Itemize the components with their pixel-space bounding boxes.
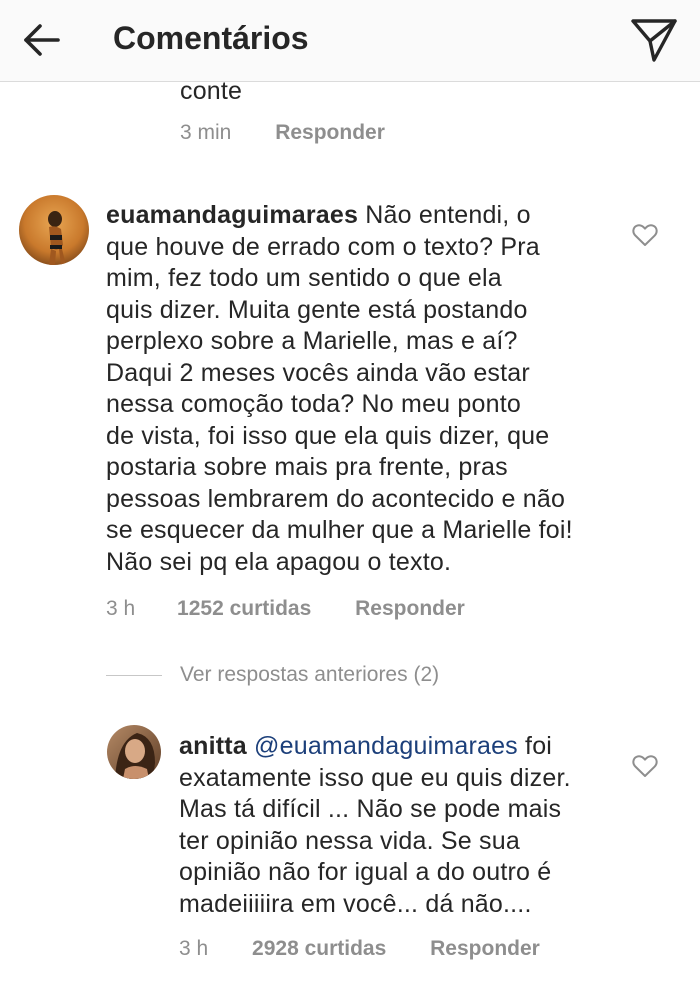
- view-previous-label[interactable]: Ver respostas anteriores (2): [180, 661, 439, 689]
- comment-line: Daqui 2 meses vocês ainda vão estar: [106, 358, 530, 387]
- comment-line: se esquecer da mulher que a Marielle foi…: [106, 516, 573, 544]
- comment-time: 3 h: [106, 597, 136, 620]
- comment-username[interactable]: euamandaguimaraes: [106, 201, 358, 229]
- comment-time: 3 min: [180, 121, 232, 144]
- likes-count[interactable]: 2928 curtidas: [252, 935, 386, 963]
- comment-meta: 3 h 1252 curtidas Responder: [106, 595, 465, 623]
- comment-line: mim, fez todo um sentido o que ela: [106, 264, 502, 292]
- heart-outline-icon: [632, 224, 658, 246]
- reply-line: foi: [525, 732, 553, 760]
- comment-line: de vista, foi isso que ela quis dizer, q…: [106, 421, 550, 450]
- reply-button[interactable]: Responder: [275, 119, 385, 147]
- comment-line: Não sei pq ela apagou o texto.: [106, 547, 452, 576]
- comment-line: que houve de errado com o texto? Pra: [106, 232, 540, 261]
- reply-time: 3 h: [179, 937, 209, 960]
- comment-meta: 3 min Responder: [180, 119, 385, 147]
- likes-count[interactable]: 1252 curtidas: [177, 595, 311, 623]
- back-button[interactable]: [20, 18, 64, 62]
- comment-text-tail: conte: [180, 77, 243, 105]
- comment-body: euamandaguimaraes Não entendi, o que hou…: [106, 200, 626, 578]
- reply-line: Mas tá difícil ... Não se pode mais: [179, 795, 562, 823]
- replies-divider: [106, 675, 162, 676]
- reply-line: opinião não for igual a do outro é: [179, 858, 552, 886]
- paper-plane-icon: [631, 19, 677, 62]
- comment-line: postaria sobre mais pra frente, pras: [106, 453, 508, 481]
- comment-line: Não entendi, o: [365, 201, 531, 229]
- share-button[interactable]: [626, 12, 682, 68]
- reply-line: madeiiiiira em você... dá não....: [179, 889, 532, 918]
- reply-button[interactable]: Responder: [430, 935, 540, 963]
- reply-line: ter opinião nessa vida. Se sua: [179, 826, 520, 855]
- reply-body: anitta @euamandaguimaraes foi exatamente…: [179, 731, 619, 920]
- reply-username[interactable]: anitta: [179, 732, 247, 760]
- arrow-left-icon: [24, 24, 60, 56]
- avatar[interactable]: [19, 195, 89, 265]
- comment-line: quis dizer. Muita gente está postando: [106, 295, 528, 324]
- reply-button[interactable]: Responder: [355, 595, 465, 623]
- reply-meta: 3 h 2928 curtidas Responder: [179, 935, 540, 963]
- comment-line: pessoas lembrarem do acontecido e não: [106, 484, 566, 513]
- reply-line: exatamente isso que eu quis dizer.: [179, 763, 571, 792]
- heart-outline-icon: [632, 755, 658, 777]
- like-button[interactable]: [631, 752, 659, 780]
- header-bar: Comentários: [0, 0, 700, 82]
- like-button[interactable]: [631, 221, 659, 249]
- avatar[interactable]: [107, 725, 161, 779]
- comment-line: perplexo sobre a Marielle, mas e aí?: [106, 327, 518, 355]
- mention-link[interactable]: @euamandaguimaraes: [254, 732, 518, 760]
- comment-line: nessa comoção toda? No meu ponto: [106, 390, 521, 418]
- page-title: Comentários: [113, 20, 309, 56]
